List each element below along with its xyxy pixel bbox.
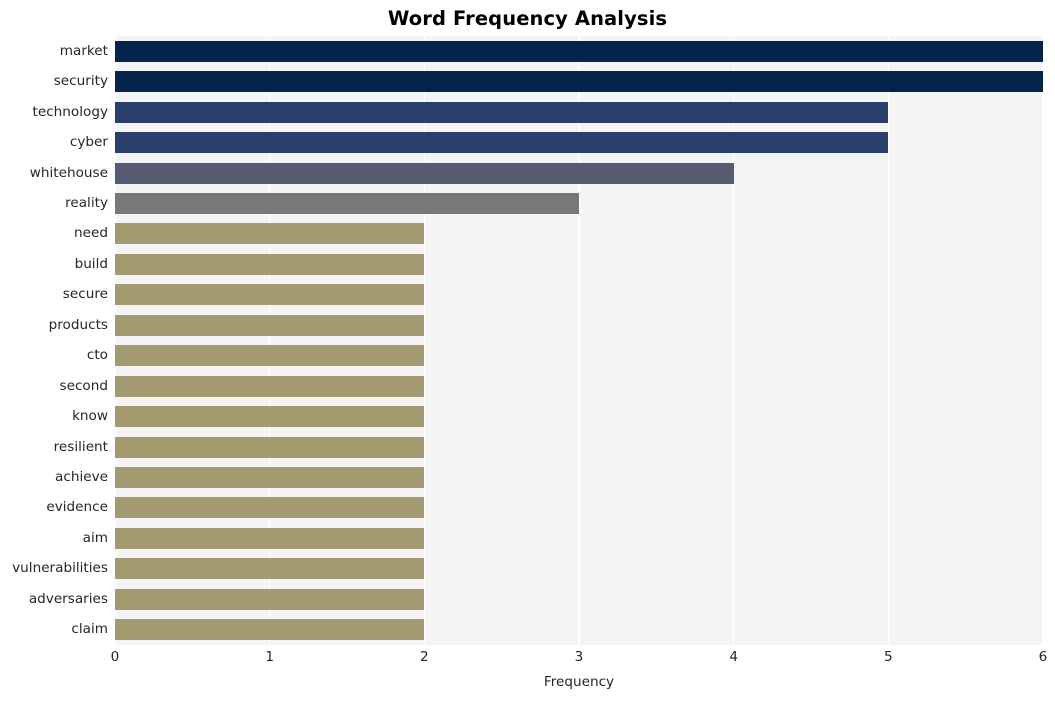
bar	[115, 436, 425, 458]
bar	[115, 314, 425, 336]
y-tick-label: whitehouse	[29, 164, 108, 181]
y-tick-label: achieve	[55, 469, 108, 486]
bar	[115, 40, 1043, 62]
bar	[115, 284, 425, 306]
y-tick-label: cto	[86, 347, 108, 364]
y-tick-label: market	[59, 42, 108, 59]
y-tick-label: claim	[71, 621, 108, 638]
bar	[115, 588, 425, 610]
y-axis-tick-labels: market security technology cyber whitehouse r…	[0, 36, 108, 645]
y-tick-label: evidence	[46, 499, 108, 516]
x-axis-title: Frequency	[543, 674, 615, 690]
bar	[115, 162, 734, 184]
y-tick-label: aim	[82, 529, 108, 546]
bar	[115, 71, 1043, 93]
x-tick-label: 6	[1038, 649, 1048, 665]
y-tick-label: technology	[32, 103, 108, 120]
chart-title: Word Frequency Analysis	[387, 7, 668, 30]
bar	[115, 406, 425, 428]
y-tick-label: cyber	[69, 134, 108, 151]
bar-series	[115, 36, 1043, 645]
y-tick-label: adversaries	[28, 590, 108, 607]
bar	[115, 467, 425, 489]
x-tick-label: 5	[884, 649, 893, 665]
bar	[115, 497, 425, 519]
x-tick-label: 1	[265, 649, 274, 665]
bar	[115, 192, 579, 214]
bar	[115, 253, 425, 275]
plot-area	[115, 36, 1043, 645]
y-tick-label: secure	[62, 286, 108, 303]
x-tick-label: 0	[110, 649, 120, 665]
bar	[115, 375, 425, 397]
bar	[115, 619, 425, 641]
y-tick-label: need	[74, 225, 108, 242]
bar	[115, 345, 425, 367]
bar	[115, 527, 425, 549]
y-tick-label: build	[74, 255, 108, 272]
bar	[115, 101, 889, 123]
bar	[115, 558, 425, 580]
chart-figure: Word Frequency Analysis market security te…	[0, 0, 1055, 701]
y-tick-label: reality	[65, 194, 108, 211]
y-tick-label: security	[53, 73, 108, 90]
y-tick-label: vulnerabilities	[12, 560, 108, 577]
x-tick-label: 4	[729, 649, 738, 665]
y-tick-label: resilient	[53, 438, 108, 455]
bar	[115, 223, 425, 245]
x-tick-label: 3	[574, 649, 584, 665]
bar	[115, 132, 889, 154]
x-axis-tick-labels: 0 1 2 3 4 5 6	[111, 649, 1048, 671]
y-tick-label: know	[72, 408, 108, 425]
y-tick-label: products	[48, 316, 108, 333]
y-tick-label: second	[59, 377, 108, 394]
x-tick-label: 2	[420, 649, 429, 665]
